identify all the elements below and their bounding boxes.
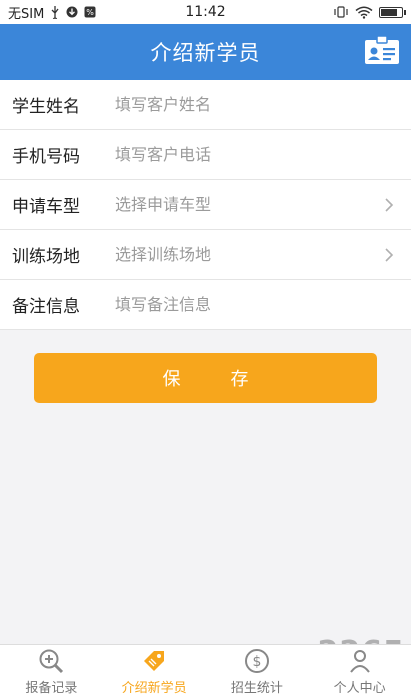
tab-label: 招生统计 — [230, 681, 283, 696]
chevron-right-icon — [381, 197, 397, 213]
dollar-icon: $ — [242, 647, 272, 675]
status-right — [333, 6, 406, 19]
nav-bar: 介绍新学员 — [0, 24, 411, 80]
tag-icon — [139, 647, 169, 675]
save-button[interactable]: 保存 — [34, 353, 377, 403]
form-row-name: 学生姓名 — [0, 80, 411, 130]
status-bar: 无SIM % 11:42 — [0, 0, 411, 24]
tab-report-records[interactable]: 报备记录 — [0, 645, 103, 700]
usb-icon — [50, 5, 60, 19]
tab-bar: 报备记录 介绍新学员 $ 招生统计 个人中心 — [0, 644, 411, 700]
page-title: 介绍新学员 — [150, 41, 261, 65]
chevron-right-icon — [381, 247, 397, 263]
tab-personal-center[interactable]: 个人中心 — [308, 645, 411, 700]
carrier-text: 无SIM — [8, 6, 45, 22]
id-card-button[interactable] — [363, 35, 401, 69]
tab-enrollment-stats[interactable]: $ 招生统计 — [206, 645, 309, 700]
battery-level — [381, 8, 397, 16]
form-row-training-site[interactable]: 训练场地 — [0, 230, 411, 280]
vibrate-icon — [333, 6, 349, 18]
student-form: 学生姓名 手机号码 申请车型 训练场地 备注信息 — [0, 80, 411, 330]
tab-introduce-student[interactable]: 介绍新学员 — [103, 645, 206, 700]
notes-input[interactable] — [115, 295, 399, 314]
svg-text:$: $ — [252, 654, 261, 670]
person-icon — [345, 647, 375, 675]
tab-label: 个人中心 — [333, 681, 386, 696]
training-site-label: 训练场地 — [12, 247, 80, 267]
status-left: 无SIM % — [8, 3, 96, 22]
name-label: 学生姓名 — [12, 97, 80, 117]
battery-icon — [379, 6, 406, 18]
tab-label: 介绍新学员 — [121, 681, 187, 696]
tab-label: 报备记录 — [25, 681, 78, 696]
name-input[interactable] — [115, 95, 399, 114]
download-icon — [66, 6, 78, 18]
wifi-icon — [355, 6, 373, 19]
form-row-notes: 备注信息 — [0, 280, 411, 330]
search-plus-icon — [36, 647, 66, 675]
training-site-select[interactable] — [115, 245, 399, 264]
notes-label: 备注信息 — [12, 297, 80, 317]
phone-input[interactable] — [115, 145, 399, 164]
phone-label: 手机号码 — [12, 147, 80, 167]
percent-icon: % — [84, 6, 96, 18]
id-card-icon — [364, 35, 400, 69]
vehicle-type-label: 申请车型 — [12, 197, 80, 217]
form-row-vehicle-type[interactable]: 申请车型 — [0, 180, 411, 230]
vehicle-type-select[interactable] — [115, 195, 399, 214]
svg-text:%: % — [87, 8, 95, 17]
form-row-phone: 手机号码 — [0, 130, 411, 180]
